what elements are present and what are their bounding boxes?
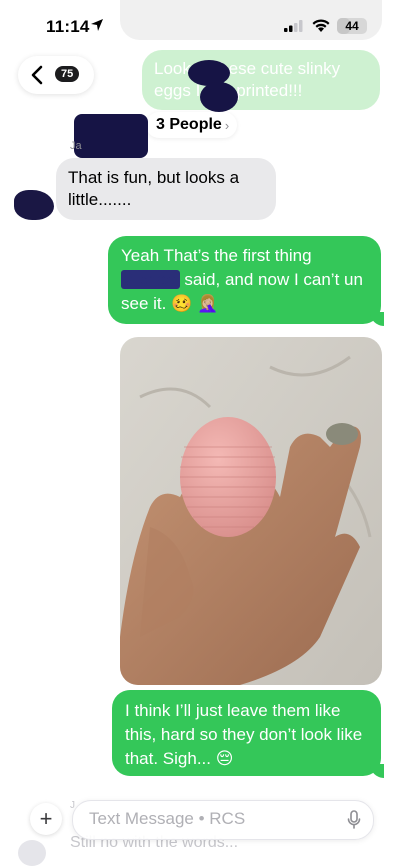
microphone-icon[interactable] bbox=[347, 810, 361, 830]
message-input[interactable] bbox=[89, 808, 329, 830]
back-button[interactable]: 75 bbox=[18, 56, 94, 94]
battery-indicator: 44 bbox=[337, 18, 367, 34]
status-time: 11:14 bbox=[46, 17, 90, 36]
message-text: Yeah That’s the first thing Michael said… bbox=[121, 244, 376, 316]
cellular-signal-icon bbox=[284, 20, 303, 32]
emoji-text: 🥴 🤦🏼‍♀️ bbox=[171, 294, 219, 313]
add-attachment-button[interactable]: + bbox=[30, 803, 62, 835]
faded-outgoing-text: Look at these cute slinky eggs I just pr… bbox=[154, 59, 341, 100]
redaction-mark bbox=[74, 114, 148, 158]
chevron-left-icon bbox=[31, 65, 43, 85]
sender-name: Ja bbox=[70, 140, 82, 152]
photo-attachment[interactable] bbox=[120, 337, 382, 685]
bubble-tail bbox=[370, 312, 384, 326]
unread-count-badge: 75 bbox=[55, 66, 80, 82]
redaction-mark bbox=[200, 82, 238, 112]
bubble-tail bbox=[370, 764, 384, 778]
conversation-title-button[interactable]: 3 People › bbox=[146, 112, 238, 138]
faded-avatar bbox=[18, 840, 46, 866]
status-bar: 11:14 44 bbox=[0, 0, 400, 52]
redacted-name: Michael bbox=[121, 270, 180, 289]
message-text-part: Yeah That’s the first thing bbox=[121, 246, 312, 265]
incoming-message-bubble[interactable]: That is fun, but looks a little....... bbox=[56, 158, 276, 220]
chevron-right-icon: › bbox=[224, 117, 230, 133]
message-text: I think I’ll just leave them like this, … bbox=[125, 701, 363, 768]
location-arrow-icon bbox=[91, 19, 103, 31]
sender-avatar[interactable] bbox=[14, 190, 54, 220]
outgoing-message-bubble[interactable]: Yeah That’s the first thing Michael said… bbox=[108, 236, 381, 324]
wifi-icon bbox=[312, 19, 330, 32]
message-text: That is fun, but looks a little....... bbox=[68, 168, 240, 209]
photo-pink-egg-in-hand-icon bbox=[120, 337, 382, 685]
conversation-title: 3 People bbox=[156, 116, 222, 133]
battery-percent: 44 bbox=[345, 19, 359, 33]
outgoing-message-bubble[interactable]: I think I’ll just leave them like this, … bbox=[112, 690, 381, 776]
message-composer[interactable] bbox=[72, 800, 374, 840]
